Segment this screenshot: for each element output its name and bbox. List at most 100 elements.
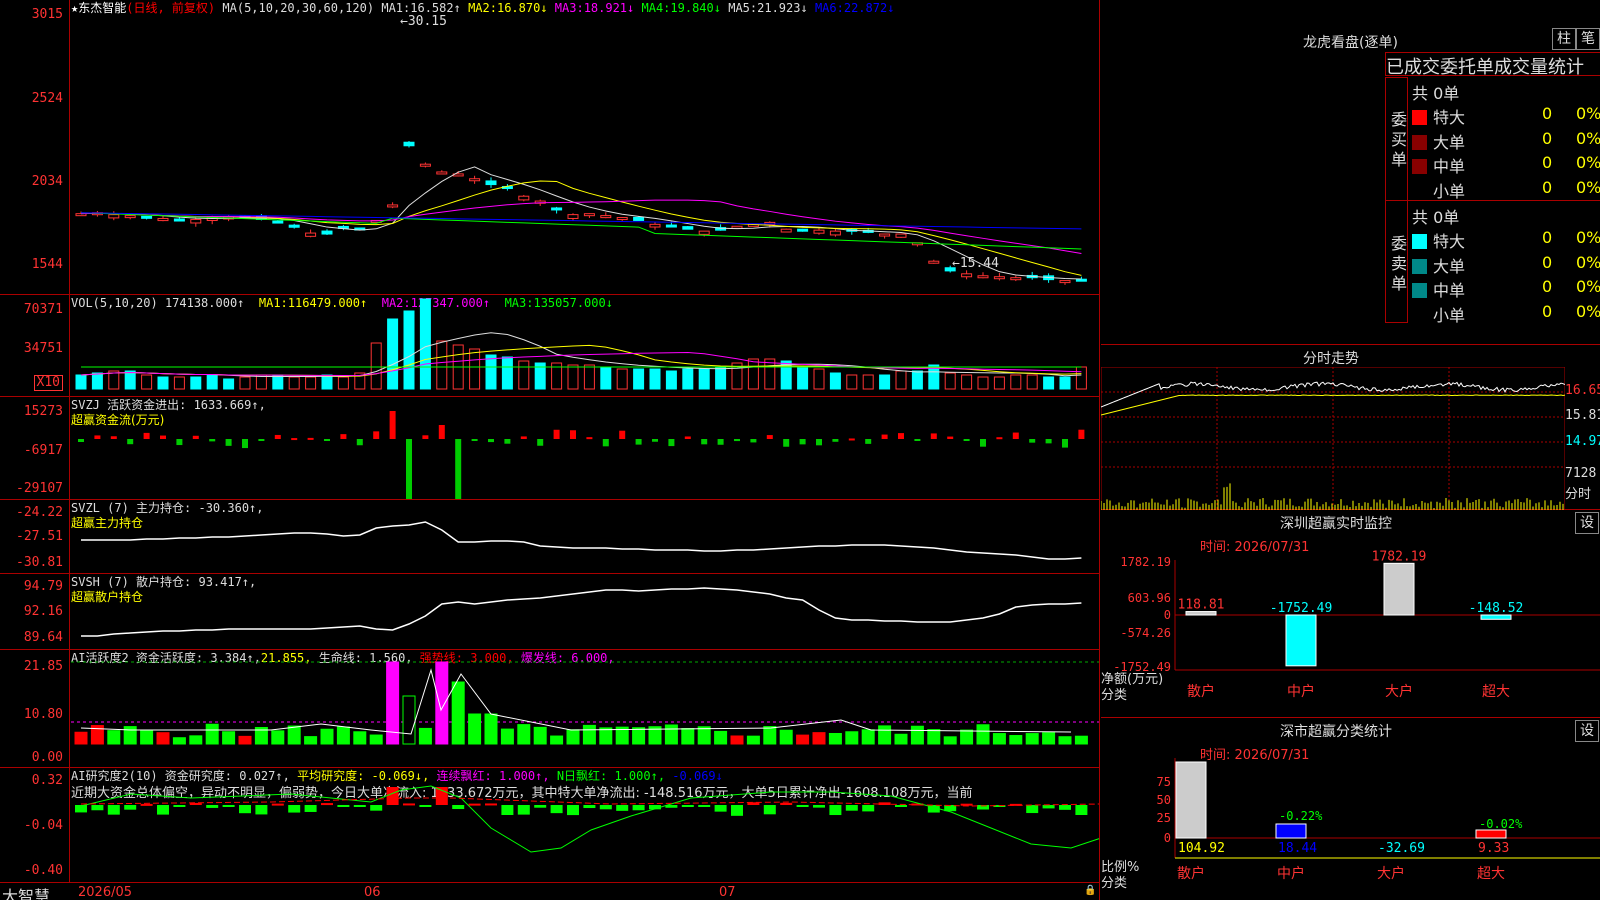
kline-chart[interactable] — [71, 0, 1099, 294]
date-axis: 大智慧 2026/05 06 07 🔒 — [0, 882, 1100, 900]
candle — [1059, 280, 1071, 284]
svsh-chart[interactable] — [71, 574, 1099, 649]
kline-pane[interactable]: 3015 2524 2034 1544 ★东杰智能(日线, 前复权) MA(5,… — [0, 0, 1100, 295]
flow-bar — [832, 439, 839, 442]
volume-bar — [255, 374, 267, 390]
activity-bar — [468, 713, 482, 745]
brand-logo[interactable]: 大智慧 — [2, 883, 50, 900]
svzj-tick: -6917 — [23, 443, 63, 458]
shenzhen-monitor-panel: 深圳超赢实时监控 设 时间: 2026/07/31 1782.19 603.96 0… — [1101, 510, 1600, 718]
tick-mode-button[interactable]: 笔 — [1576, 28, 1600, 50]
ss-value: 9.33 — [1478, 841, 1509, 856]
volume-bar — [715, 366, 727, 390]
bar-mode-button[interactable]: 柱 — [1552, 28, 1576, 50]
volume-bar — [1026, 374, 1038, 390]
activity-bar — [107, 730, 121, 745]
ss-bar-chart[interactable]: 75 50 25 0 104.92 散户 18.44 中户 -32.69 大户 9.33 超大 -0.2… — [1101, 718, 1600, 900]
flow-bar — [652, 439, 658, 442]
research-bar — [698, 805, 711, 807]
volume-bar — [419, 298, 431, 390]
research-bar — [763, 805, 776, 815]
activity-bar — [451, 681, 465, 745]
activity-bar — [123, 726, 137, 745]
candle — [124, 215, 136, 219]
svzj-chart[interactable] — [71, 397, 1099, 499]
flow-bar — [242, 439, 248, 449]
research-bar — [353, 805, 366, 807]
ss-pct: -0.02% — [1479, 817, 1523, 831]
svsh-tick: 94.79 — [23, 579, 63, 594]
volume-bar — [698, 368, 710, 390]
activity-bar — [189, 735, 203, 745]
flow-bar — [258, 439, 265, 441]
svsh-tick: 89.64 — [23, 630, 63, 645]
research-bar — [271, 803, 284, 806]
svzl-pane[interactable]: -24.22 -27.51 -30.81 SVZL (7) 主力持仓: -30.… — [0, 500, 1100, 574]
svsh-pane[interactable]: 94.79 92.16 89.64 SVSH (7) 散户持仓: 93.417↑… — [0, 574, 1100, 650]
activity-bar — [287, 725, 301, 745]
flow-bar — [406, 439, 412, 499]
candle — [436, 171, 448, 175]
volume-chart[interactable] — [71, 295, 1099, 396]
volume-bar — [682, 368, 694, 390]
ai-research-pane[interactable]: 0.32 -0.04 -0.40 AI研究度2(10) 资金研究度: 0.027… — [0, 768, 1100, 882]
ai-chart[interactable] — [71, 650, 1099, 767]
intraday-chart[interactable] — [1101, 367, 1565, 510]
volume-bar — [272, 374, 284, 390]
candle — [403, 141, 415, 147]
activity-bar — [714, 730, 728, 745]
research-bar — [1075, 805, 1088, 816]
research-bar — [616, 805, 629, 811]
activity-bar — [681, 728, 695, 745]
legend-swatch — [1412, 234, 1427, 249]
ai-activity-pane[interactable]: 21.85 10.80 0.00 AI活跃度2 资金活跃度: 3.384↑,21… — [0, 650, 1100, 768]
activity-bar — [271, 730, 285, 745]
volume-bar — [862, 374, 874, 390]
lock-icon[interactable]: 🔒 — [1084, 885, 1096, 896]
lhb-row-value: 0 — [1542, 228, 1553, 247]
activity-bar — [369, 734, 383, 745]
sz-bar-chart[interactable]: 1782.19603.960-574.26-1752.49118.81散户-17… — [1101, 510, 1600, 718]
volume-bar — [1043, 376, 1055, 390]
candle — [485, 180, 497, 186]
vol-multiplier[interactable]: X10 — [33, 375, 63, 391]
volume-bar — [518, 360, 530, 390]
ai2-tick: 0.32 — [31, 773, 63, 788]
low-label: ←15.44 — [952, 256, 999, 271]
svzj-pane[interactable]: 15273 -6917 -29107 SVZJ 活跃资金进出: 1633.669… — [0, 397, 1100, 500]
volume-pane[interactable]: 70371 34751 X10 VOL(5,10,20) 174138.000↑… — [0, 295, 1100, 397]
flow-bar — [947, 436, 954, 439]
activity-bar — [976, 724, 990, 745]
activity-bar — [697, 726, 711, 745]
volume-bar — [501, 356, 513, 390]
activity-bar — [960, 729, 974, 745]
flow-bar — [766, 435, 773, 439]
activity-bar — [222, 731, 236, 745]
flow-bar — [176, 439, 183, 446]
svzj-tick: -29107 — [16, 481, 63, 496]
candle — [518, 195, 530, 201]
shenzhen-class-panel: 深市超赢分类统计 设 时间: 2026/07/31 75 50 25 0 104.92 散… — [1101, 718, 1600, 900]
research-bar — [419, 805, 432, 807]
avg-line — [80, 797, 1099, 807]
sz-tick: 1782.19 — [1120, 555, 1171, 569]
lhb-row-value: 0 — [1542, 301, 1553, 321]
research-bar — [517, 805, 530, 815]
volume-bar — [223, 378, 235, 390]
legend-swatch — [1412, 283, 1427, 299]
intraday-panel[interactable]: 分时走势 16.65 15.81 14.97 7128 分时 — [1101, 345, 1600, 510]
volume-bar — [321, 374, 333, 390]
research-bar — [255, 805, 268, 815]
volume-bar — [305, 376, 317, 390]
activity-bar — [353, 731, 367, 745]
flow-bar — [635, 439, 642, 445]
ai2-tick: -0.40 — [23, 863, 63, 878]
sz-bar-label: -148.52 — [1469, 601, 1524, 616]
candle — [108, 214, 120, 219]
ai2-chart[interactable] — [71, 768, 1099, 881]
volume-bar — [337, 376, 349, 390]
activity-bar — [582, 724, 596, 745]
svzl-chart[interactable] — [71, 500, 1099, 573]
flow-bar — [701, 439, 708, 445]
ai-axis: 21.85 10.80 0.00 — [0, 650, 70, 767]
